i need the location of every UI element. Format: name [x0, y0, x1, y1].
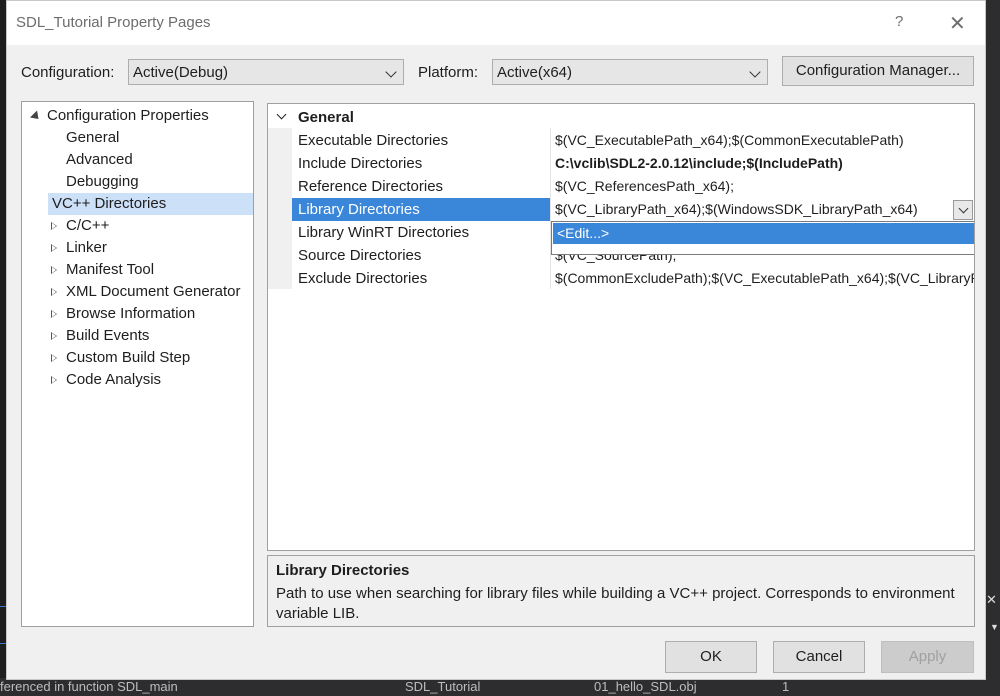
property-name: Library Directories: [298, 201, 420, 218]
description-panel: Library Directories Path to use when sea…: [267, 555, 975, 627]
apply-button[interactable]: Apply: [881, 641, 974, 673]
tree-item-label: Linker: [66, 239, 107, 256]
background-error-project: SDL_Tutorial: [405, 679, 481, 694]
tree-item-label: Code Analysis: [66, 371, 162, 388]
tree-item-label: General: [66, 129, 120, 146]
close-button[interactable]: ✕: [949, 11, 966, 36]
title-bar: SDL_Tutorial Property Pages ? ✕: [7, 1, 985, 45]
property-tree: Configuration Properties General Advance…: [21, 101, 254, 627]
configuration-select[interactable]: Active(Debug): [128, 59, 404, 85]
configuration-label: Configuration:: [21, 64, 115, 81]
cancel-button[interactable]: Cancel: [773, 641, 865, 673]
collapsed-triangle-icon: [51, 266, 57, 274]
property-value: $(CommonExcludePath);$(VC_ExecutablePath…: [555, 270, 974, 286]
ok-button[interactable]: OK: [665, 641, 757, 673]
grid-gutter: [268, 128, 292, 289]
tree-item-label: XML Document Generator: [66, 283, 241, 300]
tree-item-label: Browse Information: [66, 305, 196, 322]
property-name: Source Directories: [298, 247, 422, 264]
platform-value: Active(x64): [497, 64, 573, 81]
property-value: $(VC_ReferencesPath_x64);: [555, 178, 734, 194]
column-separator: [550, 128, 551, 289]
category-general[interactable]: General: [268, 106, 974, 128]
background-error-list-row: ferenced in function SDL_main SDL_Tutori…: [0, 678, 1000, 696]
background-error-description: ferenced in function SDL_main: [0, 679, 178, 694]
collapsed-triangle-icon: [51, 244, 57, 252]
tree-root-label: Configuration Properties: [47, 107, 209, 124]
tree-item-label: Build Events: [66, 327, 150, 344]
description-text: Path to use when searching for library f…: [276, 585, 955, 622]
description-title: Library Directories: [276, 562, 410, 579]
chevron-down-icon: [276, 109, 287, 120]
tree-item-advanced[interactable]: Advanced: [22, 149, 253, 171]
tree-item-label: Advanced: [66, 151, 133, 168]
property-value: C:\vclib\SDL2-2.0.12\include;$(IncludePa…: [555, 155, 843, 171]
property-name: Reference Directories: [298, 178, 444, 195]
background-close-icon: ✕: [986, 592, 997, 607]
background-error-line: 1: [782, 679, 790, 694]
chevron-down-icon: [958, 203, 969, 214]
tree-item-linker[interactable]: Linker: [22, 237, 253, 259]
property-grid: General Executable Directories $(VC_Exec…: [267, 103, 975, 551]
tree-item-label: VC++ Directories: [52, 195, 167, 212]
collapsed-triangle-icon: [51, 332, 57, 340]
library-directories-dropdown: <Edit...>: [551, 221, 974, 255]
property-pages-dialog: SDL_Tutorial Property Pages ? ✕ Configur…: [6, 0, 986, 680]
collapsed-triangle-icon: [51, 222, 57, 230]
collapsed-triangle-icon: [51, 288, 57, 296]
tree-item-label: Manifest Tool: [66, 261, 155, 278]
tree-item-general[interactable]: General: [22, 127, 253, 149]
tree-item-custom-build-step[interactable]: Custom Build Step: [22, 347, 253, 369]
help-button[interactable]: ?: [895, 13, 903, 30]
property-name: Executable Directories: [298, 132, 449, 149]
tree-item-vc-directories[interactable]: VC++ Directories: [48, 193, 253, 215]
category-label: General: [298, 109, 354, 126]
background-dropdown-arrow-icon: ▼: [990, 622, 999, 632]
configuration-manager-button[interactable]: Configuration Manager...: [782, 56, 974, 86]
collapsed-triangle-icon: [51, 310, 57, 318]
property-row-reference-directories[interactable]: Reference Directories $(VC_ReferencesPat…: [292, 175, 974, 198]
tree-item-label: Custom Build Step: [66, 349, 191, 366]
tree-item-debugging[interactable]: Debugging: [22, 171, 253, 193]
chevron-down-icon: [749, 66, 761, 78]
property-row-include-directories[interactable]: Include Directories C:\vclib\SDL2-2.0.12…: [292, 152, 974, 175]
property-name: Library WinRT Directories: [298, 224, 470, 241]
collapsed-triangle-icon: [51, 354, 57, 362]
platform-select[interactable]: Active(x64): [492, 59, 768, 85]
tree-item-label: C/C++: [66, 217, 110, 234]
tree-item-c-cpp[interactable]: C/C++: [22, 215, 253, 237]
property-value[interactable]: $(VC_LibraryPath_x64);$(WindowsSDK_Libra…: [555, 201, 918, 217]
chevron-down-icon: [385, 66, 397, 78]
dropdown-option-edit[interactable]: <Edit...>: [553, 223, 974, 244]
library-directories-dropdown-button[interactable]: [953, 200, 973, 220]
tree-item-label: Debugging: [66, 173, 139, 190]
tree-item-build-events[interactable]: Build Events: [22, 325, 253, 347]
property-row-exclude-directories[interactable]: Exclude Directories $(CommonExcludePath)…: [292, 267, 974, 290]
tree-item-xml-document-generator[interactable]: XML Document Generator: [22, 281, 253, 303]
expanded-triangle-icon: [29, 110, 43, 123]
dialog-title: SDL_Tutorial Property Pages: [16, 14, 211, 31]
property-row-library-directories[interactable]: Library Directories $(VC_LibraryPath_x64…: [292, 198, 974, 221]
platform-label: Platform:: [418, 64, 479, 81]
collapsed-triangle-icon: [51, 376, 57, 384]
background-ide-edge: [986, 0, 1000, 678]
background-error-file: 01_hello_SDL.obj: [594, 679, 697, 694]
property-name: Include Directories: [298, 155, 423, 172]
tree-root-configuration-properties[interactable]: Configuration Properties: [22, 105, 253, 127]
tree-item-code-analysis[interactable]: Code Analysis: [22, 369, 253, 391]
tree-item-manifest-tool[interactable]: Manifest Tool: [22, 259, 253, 281]
property-row-executable-directories[interactable]: Executable Directories $(VC_ExecutablePa…: [292, 129, 974, 152]
property-name: Exclude Directories: [298, 270, 428, 287]
property-value: $(VC_ExecutablePath_x64);$(CommonExecuta…: [555, 132, 904, 148]
configuration-value: Active(Debug): [133, 64, 229, 81]
tree-item-browse-information[interactable]: Browse Information: [22, 303, 253, 325]
